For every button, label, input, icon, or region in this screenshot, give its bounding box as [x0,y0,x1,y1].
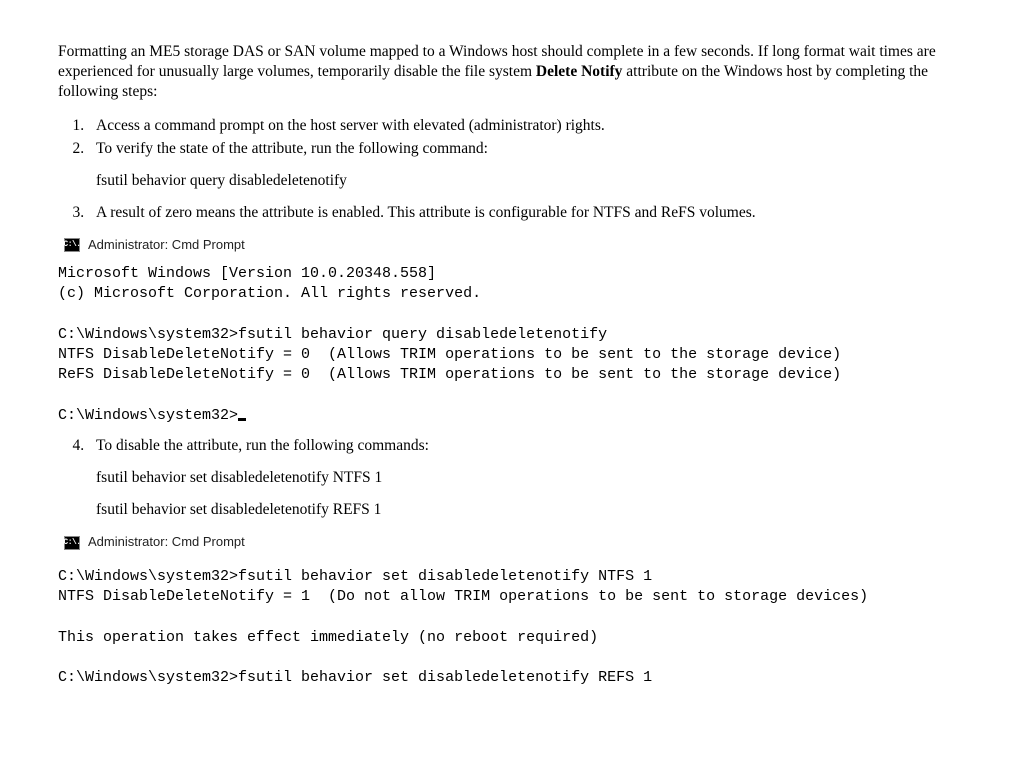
term1-l8: C:\Windows\system32> [58,407,238,424]
term2-l7: C:\Windows\system32>fsutil behavior set … [58,669,652,686]
term1-l6: ReFS DisableDeleteNotify = 0 (Allows TRI… [58,366,841,383]
cmd-icon: C:\. [64,536,80,550]
terminal-2-body: C:\Windows\system32>fsutil behavior set … [58,567,966,689]
step-4: To disable the attribute, run the follow… [88,436,966,520]
intro-paragraph: Formatting an ME5 storage DAS or SAN vol… [58,42,966,102]
step-4-command-1: fsutil behavior set disabledeletenotify … [96,468,966,488]
term1-l2: (c) Microsoft Corporation. All rights re… [58,285,481,302]
step-1-text: Access a command prompt on the host serv… [96,117,605,134]
term2-l2: C:\Windows\system32>fsutil behavior set … [58,568,652,585]
step-3-text: A result of zero means the attribute is … [96,204,756,221]
terminal-1-titlebar: C:\. Administrator: Cmd Prompt [64,237,966,254]
cmd-icon: C:\. [64,238,80,252]
step-4-text: To disable the attribute, run the follow… [96,437,429,454]
step-4-command-2: fsutil behavior set disabledeletenotify … [96,500,966,520]
steps-list-2: To disable the attribute, run the follow… [58,436,966,520]
step-3: A result of zero means the attribute is … [88,203,966,223]
terminal-1-title: Administrator: Cmd Prompt [88,237,245,254]
terminal-2-title: Administrator: Cmd Prompt [88,534,245,551]
step-2-text: To verify the state of the attribute, ru… [96,140,488,157]
term1-l4: C:\Windows\system32>fsutil behavior quer… [58,326,607,343]
step-2: To verify the state of the attribute, ru… [88,139,966,191]
term2-l3: NTFS DisableDeleteNotify = 1 (Do not all… [58,588,868,605]
step-1: Access a command prompt on the host serv… [88,116,966,136]
term1-l5: NTFS DisableDeleteNotify = 0 (Allows TRI… [58,346,841,363]
step-2-command: fsutil behavior query disabledeletenotif… [96,171,966,191]
terminal-window-1: C:\. Administrator: Cmd Prompt Microsoft… [64,237,966,426]
term2-l5: This operation takes effect immediately … [58,629,598,646]
cursor-icon [238,418,246,421]
terminal-1-body: Microsoft Windows [Version 10.0.20348.55… [58,264,966,426]
steps-list-1: Access a command prompt on the host serv… [58,116,966,223]
document-page: Formatting an ME5 storage DAS or SAN vol… [0,0,1024,689]
terminal-window-2: C:\. Administrator: Cmd Prompt C:\Window… [64,534,966,688]
terminal-2-titlebar: C:\. Administrator: Cmd Prompt [64,534,966,551]
intro-text-bold: Delete Notify [536,63,623,80]
term1-l1: Microsoft Windows [Version 10.0.20348.55… [58,265,436,282]
